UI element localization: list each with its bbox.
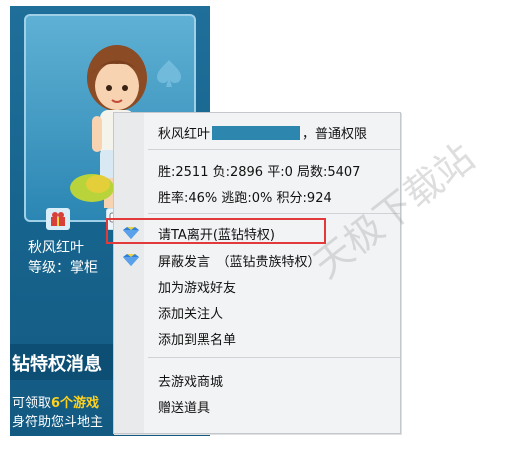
menu-item-add-friend[interactable]: 加为游戏好友 [158, 277, 236, 296]
menu-item-shop[interactable]: 去游戏商城 [158, 371, 223, 390]
highlight-box [106, 218, 326, 244]
player-name: 秋风红叶 [28, 240, 84, 256]
menu-rates-line: 胜率:46% 逃跑:0% 积分:924 [158, 191, 332, 206]
menu-divider [148, 149, 400, 150]
menu-item-gift-props[interactable]: 赠送道具 [158, 397, 210, 416]
menu-stats-line: 胜:2511 负:2896 平:0 局数:5407 [158, 165, 361, 180]
menu-item-mute[interactable]: 屏蔽发言 （蓝钻贵族特权） [158, 251, 321, 270]
blue-diamond-icon [123, 254, 139, 266]
player-level: 等级：掌柜 [28, 260, 98, 276]
promo-line-2[interactable]: 身符助您斗地主 [12, 411, 103, 430]
menu-name-suffix: ，普通权限 [302, 127, 368, 142]
gift-icon[interactable] [46, 208, 70, 230]
menu-item-follow[interactable]: 添加关注人 [158, 303, 223, 322]
promo-prefix: 可领取 [12, 396, 52, 411]
menu-icon-gutter [114, 113, 144, 433]
menu-name-prefix: 秋风红叶 [158, 127, 211, 142]
menu-player-name: 秋风红叶 ，普通权限 [158, 123, 367, 142]
player-context-menu: 秋风红叶 ，普通权限 胜:2511 负:2896 平:0 局数:5407 胜率:4… [113, 112, 401, 434]
menu-divider [148, 357, 400, 358]
redacted-id [212, 126, 301, 140]
promo-line-1[interactable]: 可领取6个游戏 [12, 392, 99, 411]
promo-highlight: 6个游戏 [51, 396, 100, 411]
menu-item-blacklist[interactable]: 添加到黑名单 [158, 329, 236, 348]
